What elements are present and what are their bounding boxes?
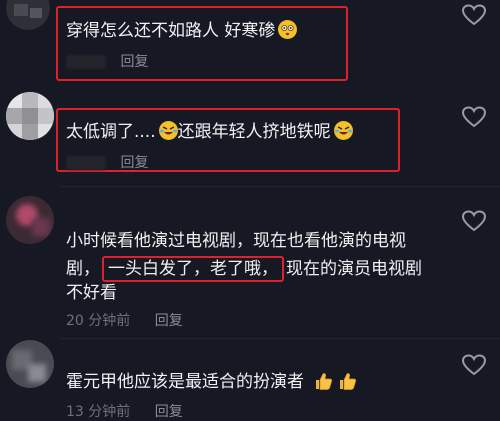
comment-text-content: 穿得怎么还不如路人 好寒碜: [66, 21, 276, 41]
comment-meta: 13 分钟前 回复: [66, 401, 183, 421]
comment-time: 20 分钟前: [66, 313, 131, 329]
avatar[interactable]: [6, 340, 54, 388]
heart-icon[interactable]: [461, 4, 487, 26]
comment-time: 13 分钟前: [66, 404, 131, 420]
comment-text-part-b: 现在的演员电视剧: [286, 259, 422, 279]
blurred-time: [66, 156, 106, 170]
comment-meta: 回复: [66, 152, 148, 172]
comment-meta: 20 分钟前 回复: [66, 310, 183, 330]
heart-icon[interactable]: [461, 354, 487, 376]
comment-3: 小时候看他演过电视剧，现在也看他演的电视 剧， 一头白发了，老了哦， 现在的演员电视…: [0, 190, 500, 336]
comment-text-part-a: 太低调了....: [66, 122, 156, 142]
comment-2: 太低调了.... 还跟年轻人挤地铁呢 回复: [0, 88, 500, 184]
rolling-laughing-icon: [333, 121, 353, 140]
heart-icon[interactable]: [461, 106, 487, 128]
comment-text-part-a: 剧，: [66, 259, 100, 279]
comment-text: 穿得怎么还不如路人 好寒碜: [66, 18, 298, 44]
reply-button[interactable]: 回复: [120, 155, 148, 171]
thumbs-up-icon: [313, 371, 333, 391]
avatar[interactable]: [6, 0, 50, 30]
reply-button[interactable]: 回复: [155, 313, 183, 329]
comment-text-content: 霍元甲他应该是最适合的扮演者: [66, 372, 304, 392]
highlighted-phrase: 一头白发了，老了哦，: [102, 256, 284, 282]
comment-1: 穿得怎么还不如路人 好寒碜 回复: [0, 0, 500, 88]
divider: [60, 338, 500, 339]
avatar[interactable]: [6, 92, 54, 140]
heart-icon[interactable]: [461, 210, 487, 232]
blurred-time: [66, 55, 106, 69]
comment-text-part-b: 还跟年轻人挤地铁呢: [177, 122, 331, 142]
flushed-face-icon: [278, 20, 298, 39]
comment-text: 太低调了.... 还跟年轻人挤地铁呢: [66, 119, 353, 145]
reply-button[interactable]: 回复: [120, 54, 148, 70]
comment-text: 霍元甲他应该是最适合的扮演者: [66, 369, 357, 395]
rolling-laughing-icon: [158, 121, 178, 140]
comment-text-line-2: 剧， 一头白发了，老了哦， 现在的演员电视剧: [66, 256, 422, 282]
reply-button[interactable]: 回复: [155, 404, 183, 420]
comment-4: 霍元甲他应该是最适合的扮演者 13 分钟前 回复: [0, 340, 500, 421]
comment-meta: 回复: [66, 51, 148, 71]
avatar[interactable]: [6, 196, 54, 244]
comment-text-line-3: 不好看: [66, 283, 117, 303]
comment-text-line-1: 小时候看他演过电视剧，现在也看他演的电视: [66, 231, 406, 251]
thumbs-up-icon: [337, 371, 357, 391]
divider: [60, 186, 500, 187]
